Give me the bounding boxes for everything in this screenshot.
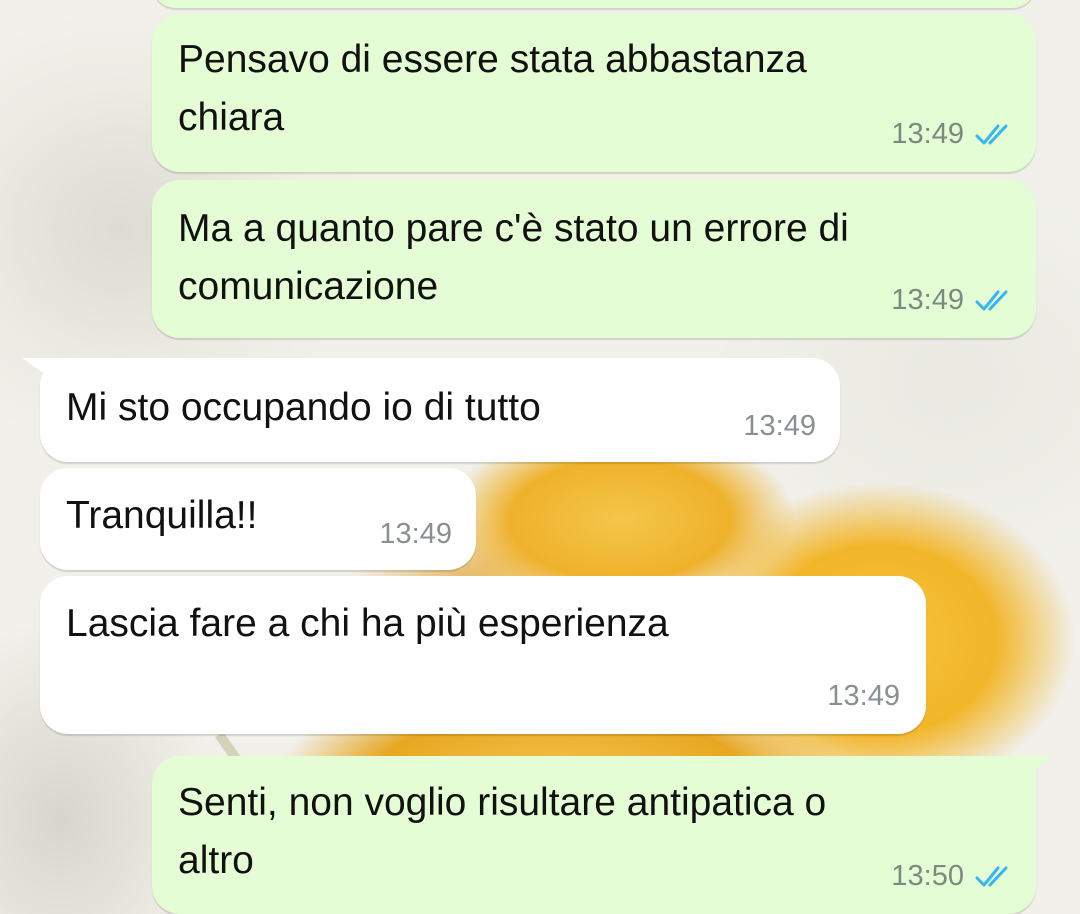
message-bubble-outgoing[interactable]: Pensavo di essere stata abbastanza chiar… bbox=[152, 14, 1036, 172]
message-bubble-incoming[interactable]: Mi sto occupando io di tutto 13:49 bbox=[22, 358, 840, 462]
message-time: 13:49 bbox=[827, 680, 900, 712]
message-text: Senti, non voglio risultare antipatica o… bbox=[178, 781, 827, 882]
message-time: 13:49 bbox=[743, 410, 816, 442]
message-time: 13:49 bbox=[379, 518, 452, 550]
message-bubble-incoming[interactable]: Tranquilla!! 13:49 bbox=[40, 468, 476, 570]
double-check-icon bbox=[975, 866, 1008, 886]
bubble-tail bbox=[22, 358, 62, 386]
double-check-icon bbox=[975, 124, 1008, 144]
message-bubble-outgoing[interactable]: Ma a quanto pare c'è stato un errore di … bbox=[152, 180, 1036, 338]
message-time: 13:49 bbox=[891, 118, 964, 150]
message-text: Lascia fare a chi ha più esperienza bbox=[66, 602, 669, 645]
message-meta: 13:49 bbox=[827, 680, 900, 713]
message-bubble-partial bbox=[152, 0, 1036, 8]
message-meta: 13:49 bbox=[891, 284, 1014, 317]
message-time: 13:50 bbox=[891, 860, 964, 892]
message-meta: 13:49 bbox=[379, 518, 452, 551]
message-bubble-incoming[interactable]: Lascia fare a chi ha più esperienza 13:4… bbox=[40, 576, 926, 734]
bubble-tail bbox=[1014, 756, 1054, 784]
double-check-icon bbox=[975, 290, 1008, 310]
message-bubble-outgoing[interactable]: Senti, non voglio risultare antipatica o… bbox=[152, 756, 1054, 914]
message-meta: 13:49 bbox=[743, 410, 816, 443]
message-text: Ma a quanto pare c'è stato un errore di … bbox=[178, 207, 849, 308]
chat-view[interactable]: Pensavo di essere stata abbastanza chiar… bbox=[0, 0, 1080, 914]
message-time: 13:49 bbox=[891, 284, 964, 316]
message-text: Tranquilla!! bbox=[66, 494, 258, 537]
message-meta: 13:49 bbox=[891, 118, 1014, 151]
message-meta: 13:50 bbox=[891, 860, 1014, 893]
message-text: Pensavo di essere stata abbastanza chiar… bbox=[178, 38, 807, 139]
message-text: Mi sto occupando io di tutto bbox=[66, 386, 541, 429]
